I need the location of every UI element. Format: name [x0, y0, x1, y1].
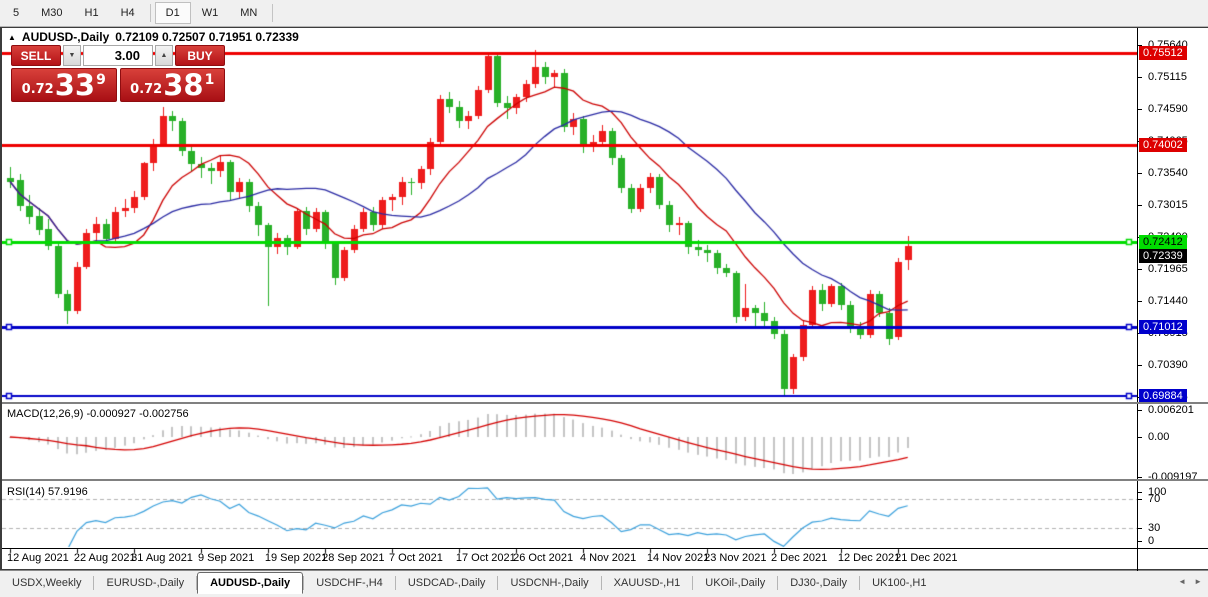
date-label: 9 Sep 2021 [198, 552, 255, 564]
macd-axis-label: 0.00 [1138, 430, 1208, 444]
timeframe-button-M30[interactable]: M30 [30, 2, 73, 24]
tab-usdchf-h4[interactable]: USDCHF-,H4 [304, 572, 395, 593]
collapse-panel-icon[interactable]: ▲ [8, 33, 16, 42]
tab-eurusd-daily[interactable]: EURUSD-,Daily [94, 572, 196, 593]
toolbar-separator [272, 4, 274, 22]
rsi-axis-label: 30 [1138, 521, 1208, 535]
sell-price-big: 33 [54, 68, 96, 102]
tab-ukoil-daily[interactable]: UKOil-,Daily [693, 572, 777, 593]
tab-dj30-daily[interactable]: DJ30-,Daily [778, 572, 859, 593]
buy-price-big: 38 [163, 68, 204, 102]
panel-separator[interactable] [2, 402, 1208, 404]
sell-price-prefix: 0.72 [21, 82, 54, 97]
chart-ohlc-values: 0.72109 0.72507 0.71951 0.72339 [115, 30, 299, 44]
sell-price-pipette: 9 [96, 72, 106, 88]
price-tick-label: 0.75115 [1138, 70, 1208, 84]
date-label: 23 Nov 2021 [704, 552, 767, 564]
macd-indicator-label: MACD(12,26,9) -0.000927 -0.002756 [7, 408, 189, 420]
timeframe-toolbar: 5 M30 H1 H4 D1 W1 MN [0, 0, 1208, 27]
tab-scroll-right-icon[interactable]: ► [1194, 577, 1202, 586]
price-level-tag: 0.72339 [1139, 248, 1187, 263]
tab-audusd-daily[interactable]: AUDUSD-,Daily [197, 572, 304, 594]
price-level-tag: 0.75512 [1139, 45, 1187, 60]
timeframe-button-D1[interactable]: D1 [154, 2, 191, 24]
timeframe-button-W1[interactable]: W1 [191, 2, 230, 24]
date-label: 4 Nov 2021 [580, 552, 637, 564]
date-label: 2 Dec 2021 [771, 552, 828, 564]
panel-separator[interactable] [2, 479, 1208, 481]
date-label: 28 Sep 2021 [322, 552, 385, 564]
date-axis-border [2, 548, 1208, 549]
tab-usdcnh-daily[interactable]: USDCNH-,Daily [498, 572, 600, 593]
chart-title: ▲ AUDUSD-,Daily 0.72109 0.72507 0.71951 … [8, 30, 299, 44]
date-label: 14 Nov 2021 [646, 552, 710, 564]
price-level-tag: 0.71012 [1139, 320, 1187, 335]
one-click-trade-panel: SELL ▼ ▲ BUY 0.72 33 9 0.72 38 1 [11, 45, 225, 102]
date-label: 21 Dec 2021 [895, 552, 958, 564]
buy-button[interactable]: BUY [175, 45, 225, 66]
date-label: 12 Dec 2021 [837, 552, 901, 564]
tab-scroll-buttons: ◄ ► [1178, 577, 1202, 586]
timeframe-button-MN[interactable]: MN [229, 2, 268, 24]
volume-increase-button[interactable]: ▲ [155, 45, 173, 66]
sell-button[interactable]: SELL [11, 45, 61, 66]
chart-tab-bar: ◄ ► USDX,Weekly EURUSD-,Daily AUDUSD-,Dail… [0, 570, 1208, 597]
rsi-axis-label: 70 [1138, 492, 1208, 506]
price-level-tag: 0.72412 [1139, 234, 1187, 249]
volume-input[interactable] [83, 45, 153, 66]
volume-increase-icon: ▲ [160, 52, 168, 59]
tab-scroll-left-icon[interactable]: ◄ [1178, 577, 1186, 586]
volume-decrease-button[interactable]: ▼ [63, 45, 81, 66]
price-tick-label: 0.73015 [1138, 198, 1208, 212]
rsi-indicator-label: RSI(14) 57.9196 [7, 486, 88, 498]
rsi-axis-label: 0 [1138, 534, 1208, 548]
date-label: 22 Aug 2021 [73, 552, 136, 564]
buy-price-box[interactable]: 0.72 38 1 [119, 68, 225, 102]
date-label: 17 Oct 2021 [455, 552, 516, 564]
macd-axis-label: -0.009197 [1138, 470, 1208, 484]
timeframe-button-H1[interactable]: H1 [74, 2, 110, 24]
date-label: 19 Sep 2021 [264, 552, 328, 564]
volume-decrease-icon: ▼ [68, 52, 76, 59]
buy-price-prefix: 0.72 [130, 82, 163, 97]
price-level-tag: 0.69884 [1139, 388, 1187, 403]
date-label: 12 Aug 2021 [7, 552, 69, 564]
price-tick-label: 0.71440 [1138, 294, 1208, 308]
chart-window: ▲ AUDUSD-,Daily 0.72109 0.72507 0.71951 … [0, 27, 1208, 571]
date-label: 26 Oct 2021 [513, 552, 574, 564]
price-chart-canvas[interactable] [2, 28, 1137, 571]
price-tick-label: 0.70390 [1138, 358, 1208, 372]
chart-symbol-label: AUDUSD-,Daily [21, 30, 110, 44]
toolbar-separator [149, 4, 151, 22]
buy-price-pipette: 1 [204, 72, 215, 88]
tab-xauusd-h1[interactable]: XAUUSD-,H1 [602, 572, 693, 593]
tab-uk100-h1[interactable]: UK100-,H1 [860, 572, 938, 593]
sell-price-box[interactable]: 0.72 33 9 [11, 68, 117, 102]
timeframe-button-5[interactable]: 5 [2, 2, 30, 24]
price-level-tag: 0.74002 [1139, 137, 1187, 152]
price-tick-label: 0.74590 [1138, 102, 1208, 116]
tab-usdx-weekly[interactable]: USDX,Weekly [0, 572, 93, 593]
macd-axis-label: 0.006201 [1138, 403, 1208, 417]
price-tick-label: 0.73540 [1138, 166, 1208, 180]
tab-usdcad-daily[interactable]: USDCAD-,Daily [396, 572, 498, 593]
date-label: 31 Aug 2021 [131, 552, 193, 564]
price-axis: 0.756400.751150.745900.740650.735400.730… [1137, 28, 1208, 571]
date-label: 7 Oct 2021 [389, 552, 443, 564]
timeframe-button-H4[interactable]: H4 [110, 2, 146, 24]
price-tick-label: 0.71965 [1138, 262, 1208, 276]
